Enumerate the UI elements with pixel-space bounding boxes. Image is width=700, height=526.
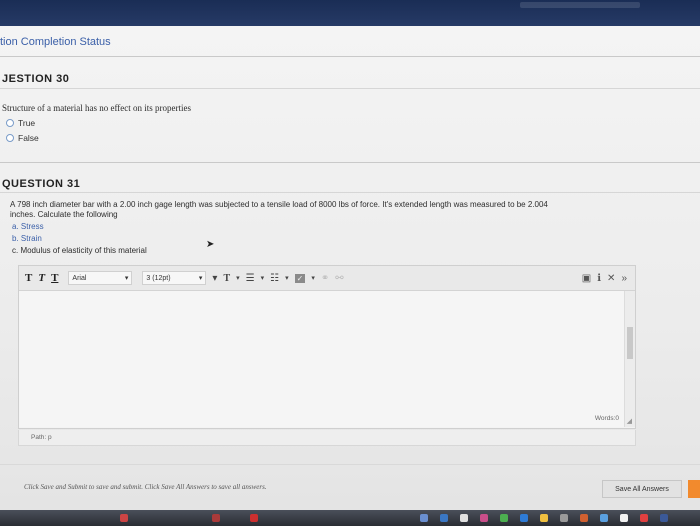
app-icon[interactable] xyxy=(250,514,258,522)
underline-button[interactable]: T xyxy=(51,272,58,284)
font-size-value: 3 (12pt) xyxy=(146,274,171,282)
app-icon[interactable] xyxy=(660,514,668,522)
app-icon[interactable] xyxy=(540,514,548,522)
unlink-icon[interactable]: ⚯ xyxy=(335,273,343,284)
answer-editor[interactable]: T T T Arial ▾ 3 (12pt) ▾ ▾ T ▾ ☰ ▾ ☷ ▾ ✓… xyxy=(18,265,636,429)
browser-tab-hint xyxy=(520,2,640,8)
italic-button[interactable]: T xyxy=(38,272,45,284)
divider xyxy=(0,192,700,193)
submit-instructions: Click Save and Submit to save and submit… xyxy=(24,483,267,491)
link-icon[interactable]: ⚭ xyxy=(321,273,329,284)
editor-text-area[interactable] xyxy=(19,291,625,427)
chevron-down-icon[interactable]: ▾ xyxy=(311,274,315,282)
bold-button[interactable]: T xyxy=(25,272,32,284)
expand-toolbar-icon[interactable]: » xyxy=(621,273,627,284)
question-31-heading: QUESTION 31 xyxy=(2,178,81,190)
chevron-down-icon[interactable]: ▾ xyxy=(285,274,289,282)
editor-toolbar: T T T Arial ▾ 3 (12pt) ▾ ▾ T ▾ ☰ ▾ ☷ ▾ ✓… xyxy=(19,266,635,291)
font-family-select[interactable]: Arial ▾ xyxy=(68,271,133,285)
app-icon[interactable] xyxy=(212,514,220,522)
app-icon[interactable] xyxy=(520,514,528,522)
option-false[interactable]: False xyxy=(6,133,39,143)
app-icon[interactable] xyxy=(620,514,628,522)
chevron-down-icon[interactable]: ▾ xyxy=(236,274,240,282)
app-icon[interactable] xyxy=(480,514,488,522)
resize-handle-icon[interactable]: ◢ xyxy=(627,417,632,425)
mouse-cursor-icon: ➤ xyxy=(206,239,215,250)
toolbar-right-group: ▣ ℹ ✕ » xyxy=(582,273,627,284)
option-true[interactable]: True xyxy=(6,118,35,128)
divider xyxy=(0,88,700,89)
editor-path: Path: p xyxy=(18,430,636,446)
os-dock xyxy=(0,510,700,526)
info-icon[interactable]: ℹ xyxy=(597,273,601,284)
save-and-submit-button-edge[interactable] xyxy=(688,480,700,498)
chevron-down-icon[interactable]: ▾ xyxy=(212,273,217,284)
question-31-part-a: a. Stress xyxy=(12,222,44,231)
app-icon[interactable] xyxy=(420,514,428,522)
app-icon[interactable] xyxy=(580,514,588,522)
option-label: True xyxy=(18,118,36,128)
app-icon[interactable] xyxy=(600,514,608,522)
divider xyxy=(0,464,700,465)
breadcrumb[interactable]: tion Completion Status xyxy=(0,36,111,48)
question-31-part-c: c. Modulus of elasticity of this materia… xyxy=(12,246,147,255)
chevron-down-icon: ▾ xyxy=(198,275,203,282)
save-all-answers-button[interactable]: Save All Answers xyxy=(602,480,682,498)
divider xyxy=(0,56,700,57)
font-family-value: Arial xyxy=(72,274,87,282)
question-30-text: Structure of a material has no effect on… xyxy=(2,103,192,113)
divider xyxy=(0,162,700,163)
spellcheck-icon[interactable]: ✓ xyxy=(294,273,306,283)
radio-button[interactable] xyxy=(6,119,14,127)
word-count: Words:0 xyxy=(594,415,619,422)
question-31-part-b: b. Strain xyxy=(12,234,42,243)
browser-top-bar xyxy=(0,0,700,26)
app-icon[interactable] xyxy=(440,514,448,522)
option-label: False xyxy=(18,133,39,143)
question-30-heading: JESTION 30 xyxy=(2,73,70,85)
question-31-line-2: inches. Calculate the following xyxy=(10,210,118,219)
editor-scrollbar[interactable] xyxy=(624,291,635,427)
chevron-down-icon: ▾ xyxy=(124,275,129,282)
app-icon[interactable] xyxy=(500,514,508,522)
chevron-down-icon[interactable]: ▾ xyxy=(261,274,265,282)
bullet-list-icon[interactable]: ☰ xyxy=(246,273,255,284)
scroll-thumb[interactable] xyxy=(627,327,633,359)
question-31-line-1: A 798 inch diameter bar with a 2.00 inch… xyxy=(10,200,548,209)
numbered-list-icon[interactable]: ☷ xyxy=(270,273,279,284)
app-icon[interactable] xyxy=(460,514,468,522)
text-color-icon[interactable]: T xyxy=(223,273,230,284)
fullscreen-icon[interactable]: ✕ xyxy=(607,273,615,284)
app-icon[interactable] xyxy=(640,514,648,522)
app-icon[interactable] xyxy=(120,514,128,522)
font-size-select[interactable]: 3 (12pt) ▾ xyxy=(142,271,207,285)
assessment-page: tion Completion Status JESTION 30 Struct… xyxy=(0,26,700,510)
preview-icon[interactable]: ▣ xyxy=(582,273,591,284)
app-icon[interactable] xyxy=(560,514,568,522)
radio-button[interactable] xyxy=(6,134,14,142)
